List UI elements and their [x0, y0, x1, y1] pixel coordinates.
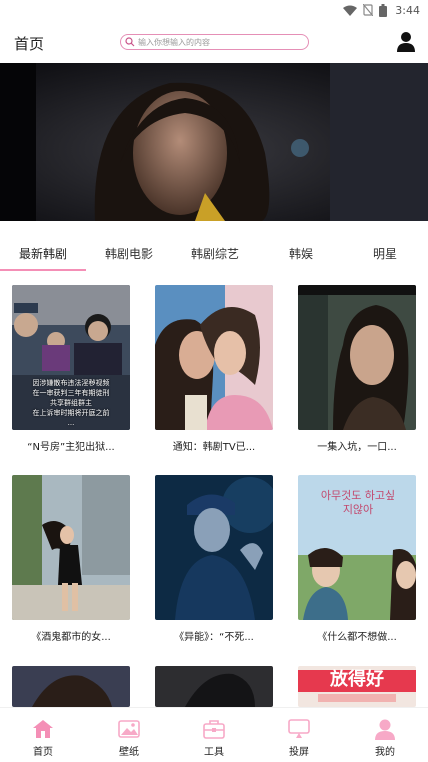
nav-label: 工具: [204, 747, 224, 758]
no-sim-icon: [363, 4, 374, 16]
nav-profile[interactable]: 我的: [342, 708, 428, 762]
tab-stars[interactable]: 明星: [342, 236, 428, 270]
card-thumbnail: [12, 475, 130, 620]
tab-korean-movies[interactable]: 韩剧电影: [86, 236, 172, 270]
battery-icon: [379, 3, 388, 17]
search-icon: [125, 37, 135, 47]
status-bar: 3:44: [0, 0, 428, 20]
toolbox-icon: [202, 718, 226, 740]
drama-card[interactable]: 一集入坑，一口...: [298, 285, 416, 453]
drama-card[interactable]: 因涉嫌散布违法淫秽视频 在一审获判三年有期徒刑 共享群组群主 在上诉审时期将开庭…: [12, 285, 130, 453]
bottom-nav: 首页 壁纸 工具 投屏 我的: [0, 707, 428, 762]
top-bar: 首页: [0, 20, 428, 64]
overlay-line: 共享群组群主: [50, 399, 92, 407]
nav-label: 投屏: [289, 747, 309, 758]
tab-korean-entertainment[interactable]: 韩娱: [258, 236, 344, 270]
card-thumbnail: 放得好: [298, 666, 416, 707]
image-icon: [117, 718, 141, 740]
nav-label: 首页: [33, 747, 53, 758]
drama-card[interactable]: [155, 666, 273, 707]
card-thumbnail: 因涉嫌散布违法淫秽视频 在一审获判三年有期徒刑 共享群组群主 在上诉审时期将开庭…: [12, 285, 130, 430]
banner-image: [0, 63, 428, 221]
card-caption: 《什么都不想做...: [317, 632, 397, 643]
drama-card[interactable]: [12, 666, 130, 707]
card-overlay-title: 放得好: [330, 669, 384, 690]
nav-cast[interactable]: 投屏: [256, 708, 342, 762]
banner[interactable]: [0, 63, 428, 221]
page-title: 首页: [14, 35, 45, 53]
nav-wallpaper[interactable]: 壁纸: [86, 708, 172, 762]
card-caption: 《异能》：“不死...: [174, 632, 254, 643]
card-thumbnail: [12, 666, 130, 707]
card-thumbnail: [155, 666, 273, 707]
overlay-line: 因涉嫌散布违法淫秽视频: [32, 379, 110, 387]
nav-tools[interactable]: 工具: [171, 708, 257, 762]
overlay-line: 在上诉审时期将开庭之前: [32, 409, 110, 417]
tab-korean-variety[interactable]: 韩剧综艺: [172, 236, 258, 270]
cast-icon: [287, 718, 311, 740]
nav-home[interactable]: 首页: [0, 708, 86, 762]
card-overlay-title: 아무것도 하고싶지않아: [320, 489, 396, 516]
home-icon: [31, 718, 55, 740]
drama-card[interactable]: 《酒鬼都市的女...: [12, 475, 130, 643]
card-overlay-text: 因涉嫌散布违法淫秽视频 在一审获判三年有期徒刑 共享群组群主 在上诉审时期将开庭…: [12, 378, 130, 428]
drama-card[interactable]: 《异能》：“不死...: [155, 475, 273, 643]
nav-label: 我的: [375, 747, 395, 758]
category-tabs: 最新韩剧 韩剧电影 韩剧综艺 韩娱 明星: [0, 236, 428, 272]
card-thumbnail: 아무것도 하고싶지않아: [298, 475, 416, 620]
card-caption: “N号房”主犯出狱...: [27, 442, 115, 453]
drama-card[interactable]: 通知：韩剧TV已...: [155, 285, 273, 453]
overlay-line: 在一审获判三年有期徒刑: [32, 389, 110, 397]
search-input[interactable]: [138, 37, 308, 47]
drama-card[interactable]: 아무것도 하고싶지않아 《什么都不想做...: [298, 475, 416, 643]
tab-latest-drama[interactable]: 最新韩剧: [0, 236, 86, 270]
nav-label: 壁纸: [119, 747, 139, 758]
card-caption: 通知：韩剧TV已...: [172, 442, 256, 453]
card-caption: 《酒鬼都市的女...: [31, 632, 111, 643]
status-icons: [343, 3, 388, 17]
card-thumbnail: [298, 285, 416, 430]
card-thumbnail: [155, 475, 273, 620]
search-box[interactable]: [120, 34, 309, 50]
overlay-line: ...: [67, 419, 75, 427]
drama-card[interactable]: 放得好: [298, 666, 416, 707]
person-icon: [373, 718, 397, 740]
card-caption: 一集入坑，一口...: [317, 442, 397, 453]
card-thumbnail: [155, 285, 273, 430]
wifi-icon: [343, 5, 358, 16]
profile-icon[interactable]: [396, 31, 416, 53]
status-time: 3:44: [395, 3, 420, 17]
active-tab-indicator: [0, 269, 86, 271]
